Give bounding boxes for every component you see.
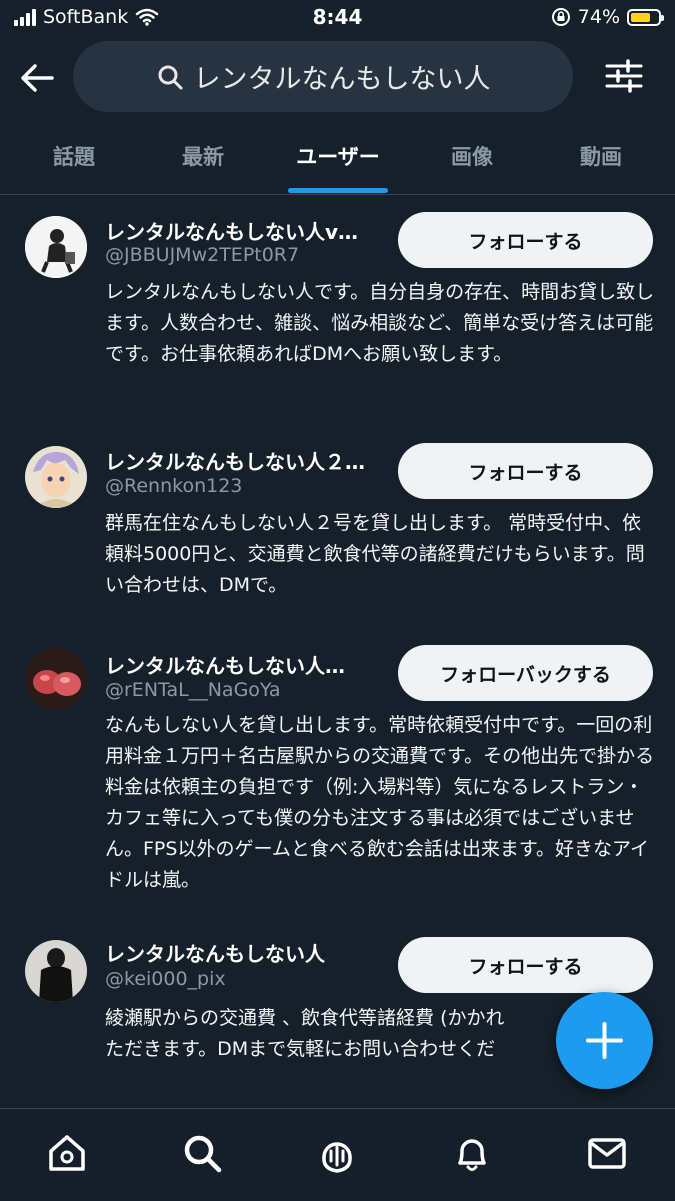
home-icon[interactable] [45,1131,89,1175]
user-handle: @Rennkon123 [105,475,243,497]
user-display-name[interactable]: レンタルなんもしない人２… [105,446,390,475]
follow-button[interactable]: フォローする [398,212,653,268]
search-tabs: 話題 最新 ユーザー 画像 動画 [0,128,675,195]
active-tab-indicator [288,188,388,193]
user-handle: @kei000_pix [105,968,226,990]
follow-back-button[interactable]: フォローバックする [398,645,653,701]
avatar[interactable] [25,940,87,1002]
filter-sliders-icon[interactable] [604,58,644,94]
user-bio: 群馬在住なんもしない人２号を貸し出します。 常時受付中、依頼料5000円と、交通… [105,512,645,596]
status-right: 74% [551,6,664,28]
status-bar: SoftBank 8:44 74% [0,0,675,38]
compose-button[interactable] [556,992,653,1089]
notifications-bell-icon[interactable] [450,1131,494,1175]
avatar[interactable] [25,446,87,508]
battery-icon [627,8,664,26]
tab-latest[interactable]: 最新 [182,141,224,171]
orientation-lock-icon [551,8,570,26]
search-input[interactable]: レンタルなんもしない人 [73,41,573,112]
spaces-icon[interactable] [315,1131,359,1175]
user-display-name[interactable]: レンタルなんもしない人 [105,938,390,967]
avatar[interactable] [25,648,87,710]
user-card[interactable]: レンタルなんもしない人２… @Rennkon123 フォローする 群馬在住なんも… [0,440,675,620]
follow-button[interactable]: フォローする [398,443,653,499]
user-display-name[interactable]: レンタルなんもしない人v… [105,216,390,245]
user-bio: なんもしない人を貸し出します。常時依頼受付中です。一回の利用料金１万円＋名古屋駅… [105,714,655,891]
tab-images[interactable]: 画像 [451,141,493,171]
tab-users[interactable]: ユーザー [296,141,380,171]
battery-percent: 74% [577,6,620,28]
user-handle: @rENTaL__NaGoYa [105,679,281,701]
user-card[interactable]: レンタルなんもしない人… @rENTaL__NaGoYa フォローバックする な… [0,642,675,902]
compose-plus-icon [586,1022,623,1059]
user-bio: レンタルなんもしない人です。自分自身の存在、時間お貸し致します。人数合わせ、雑談… [105,281,655,365]
search-icon[interactable] [180,1131,224,1175]
user-bio: 綾瀬駅からの交通費 、飲食代等諸経費 (かかれ ただきます。DMまで気軽にお問い… [105,1007,505,1060]
tab-topics[interactable]: 話題 [53,141,95,171]
messages-envelope-icon[interactable] [585,1131,629,1175]
user-display-name[interactable]: レンタルなんもしない人… [105,650,390,679]
user-handle: @JBBUJMw2TEPt0R7 [105,244,300,266]
follow-button[interactable]: フォローする [398,937,653,993]
tab-videos[interactable]: 動画 [580,141,622,171]
search-icon [158,65,182,89]
search-query: レンタルなんもしない人 [193,64,491,95]
back-arrow-icon[interactable] [16,56,60,100]
user-card[interactable]: レンタルなんもしない人v… @JBBUJMw2TEPt0R7 フォローする レン… [0,208,675,408]
bottom-nav [0,1108,675,1201]
avatar[interactable] [25,216,87,278]
